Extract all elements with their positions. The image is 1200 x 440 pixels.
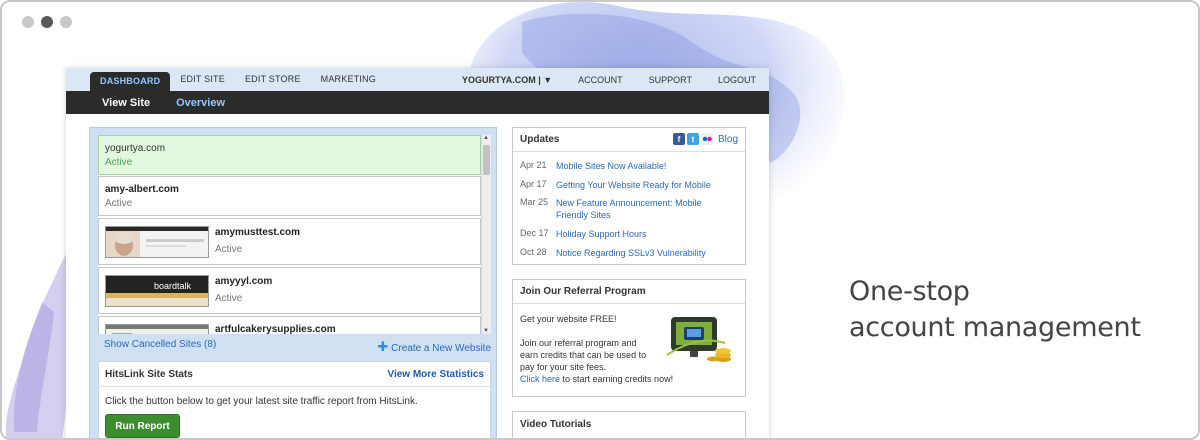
tagline-line-1: One-stop — [849, 276, 970, 307]
update-item[interactable]: Dec 17 Holiday Support Hours — [520, 228, 736, 240]
referral-monitor-coins-icon — [665, 313, 735, 365]
site-item-amyyyl[interactable]: boardtalk amyyyl.com Active — [98, 267, 481, 314]
view-more-statistics-link[interactable]: View More Statistics — [387, 369, 484, 380]
site-name: amy-albert.com — [105, 184, 179, 195]
update-date: Oct 28 — [520, 247, 547, 257]
update-item[interactable]: Apr 21 Mobile Sites Now Available! — [520, 160, 736, 172]
social-links: f t Blog — [672, 133, 738, 145]
plus-icon: ✚ — [377, 339, 389, 354]
update-date: Dec 17 — [520, 228, 549, 238]
dashboard-body: yogurtya.com Active amy-albert.com Activ… — [66, 114, 769, 438]
run-report-button[interactable]: Run Report — [105, 414, 180, 438]
referral-title: Join Our Referral Program — [520, 286, 646, 297]
tab-dashboard[interactable]: DASHBOARD — [90, 72, 171, 91]
hitslink-stats-panel: HitsLink Site Stats View More Statistics… — [98, 361, 491, 438]
update-date: Apr 21 — [520, 160, 547, 170]
stats-description: Click the button below to get your lates… — [105, 396, 418, 407]
minimize-dot[interactable] — [41, 16, 53, 28]
create-website-label: Create a New Website — [391, 343, 491, 354]
tab-marketing[interactable]: MARKETING — [311, 72, 386, 91]
site-item-yogurtya[interactable]: yogurtya.com Active — [98, 135, 481, 175]
video-tutorials-panel: Video Tutorials — [512, 411, 746, 438]
tagline: One-stop account management — [849, 274, 1141, 346]
twitter-icon[interactable]: t — [686, 133, 699, 145]
site-name: amymusttest.com — [215, 227, 301, 238]
sites-panel: yogurtya.com Active amy-albert.com Activ… — [89, 127, 497, 438]
create-website-link[interactable]: ✚ Create a New Website — [377, 339, 491, 355]
site-name: artfulcakerysupplies.com — [215, 324, 336, 334]
tab-edit-store[interactable]: EDIT STORE — [235, 72, 311, 91]
zoom-dot[interactable] — [60, 16, 72, 28]
update-link[interactable]: Mobile Sites Now Available! — [556, 160, 736, 172]
window-frame: DASHBOARD EDIT SITE EDIT STORE MARKETING… — [0, 0, 1200, 440]
update-link[interactable]: Getting Your Website Ready for Mobile — [556, 179, 736, 191]
site-item-amy-albert[interactable]: amy-albert.com Active — [98, 176, 481, 216]
updates-panel: Updates f t Blog Apr 21 Mobile Sites Now… — [512, 127, 746, 265]
referral-text-4: to start earning credits now! — [560, 374, 674, 384]
tab-edit-site[interactable]: EDIT SITE — [170, 72, 235, 91]
site-thumbnail — [105, 324, 209, 334]
site-item-amymusttest[interactable]: amymusttest.com Active — [98, 218, 481, 265]
account-link[interactable]: ACCOUNT — [565, 75, 636, 85]
logout-link[interactable]: LOGOUT — [705, 75, 769, 85]
site-thumbnail: boardtalk — [105, 275, 209, 307]
dashboard-app: DASHBOARD EDIT SITE EDIT STORE MARKETING… — [66, 68, 769, 438]
site-status: Active — [215, 244, 243, 255]
tagline-line-2: account management — [849, 312, 1141, 343]
referral-panel: Join Our Referral Program Get your websi… — [512, 279, 746, 397]
site-item-artfulcakery[interactable]: artfulcakerysupplies.com — [98, 316, 481, 334]
close-dot[interactable] — [22, 16, 34, 28]
sub-navigation: View Site Overview — [66, 91, 769, 114]
show-cancelled-sites-link[interactable]: Show Cancelled Sites (8) — [104, 339, 216, 350]
site-list-footer: Show Cancelled Sites (8) ✚ Create a New … — [104, 339, 491, 354]
facebook-icon[interactable]: f — [672, 133, 685, 145]
site-status: Active — [105, 157, 133, 168]
update-item[interactable]: Apr 17 Getting Your Website Ready for Mo… — [520, 179, 736, 191]
update-link[interactable]: Holiday Support Hours — [556, 228, 736, 240]
flickr-icon[interactable] — [700, 133, 713, 145]
update-link[interactable]: Notice Regarding SSLv3 Vulnerability — [556, 247, 736, 259]
site-list[interactable]: yogurtya.com Active amy-albert.com Activ… — [98, 135, 491, 334]
view-site-link[interactable]: View Site — [102, 97, 150, 109]
referral-click-here-link[interactable]: Click here — [520, 374, 560, 384]
scroll-down-arrow-icon[interactable]: ▼ — [483, 328, 489, 334]
thumb-text: boardtalk — [154, 281, 192, 291]
site-status: Active — [215, 293, 243, 304]
scrollbar-thumb[interactable] — [483, 145, 490, 175]
site-selector[interactable]: YOGURTYA.COM | ▼ — [449, 75, 565, 85]
update-link[interactable]: New Feature Announcement: Mobile Friendl… — [556, 197, 736, 221]
updates-title: Updates — [520, 134, 560, 145]
video-tutorials-title: Video Tutorials — [520, 418, 592, 430]
window-controls — [22, 16, 72, 28]
update-item[interactable]: Mar 25 New Feature Announcement: Mobile … — [520, 197, 736, 221]
site-name: yogurtya.com — [105, 143, 166, 154]
site-status: Active — [105, 198, 133, 209]
site-name: amyyyl.com — [215, 276, 273, 287]
scroll-up-arrow-icon[interactable]: ▲ — [483, 135, 489, 141]
update-item[interactable]: Oct 28 Notice Regarding SSLv3 Vulnerabil… — [520, 247, 736, 259]
overview-link[interactable]: Overview — [176, 97, 225, 109]
update-date: Apr 17 — [520, 179, 547, 189]
stats-title: HitsLink Site Stats — [105, 368, 193, 380]
site-thumbnail — [105, 226, 209, 258]
support-link[interactable]: SUPPORT — [636, 75, 705, 85]
site-list-scrollbar[interactable]: ▲ ▼ — [481, 135, 491, 334]
blog-link[interactable]: Blog — [718, 134, 738, 145]
top-navigation: DASHBOARD EDIT SITE EDIT STORE MARKETING… — [66, 68, 769, 91]
update-date: Mar 25 — [520, 197, 549, 207]
